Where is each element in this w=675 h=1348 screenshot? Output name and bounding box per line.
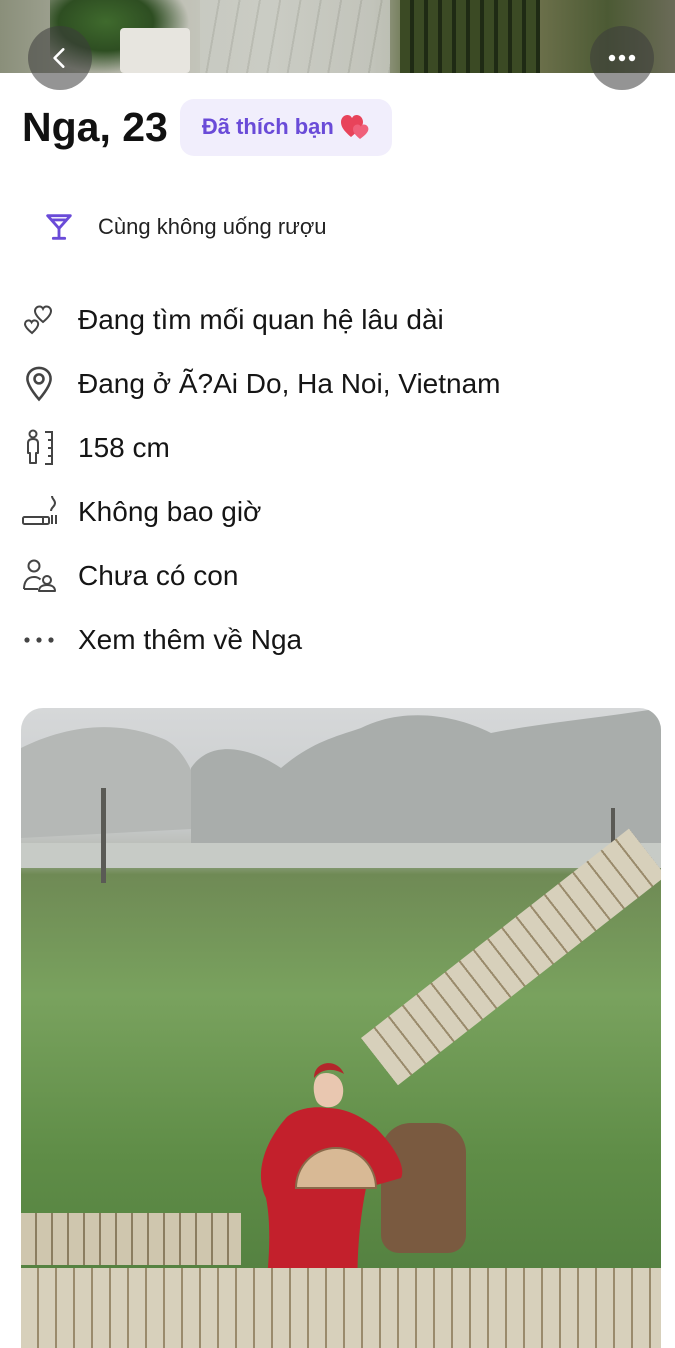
info-text-relationship: Đang tìm mối quan hệ lâu dài bbox=[78, 304, 444, 335]
info-row-smoking: Không bao giờ bbox=[20, 487, 261, 537]
info-text-children: Chưa có con bbox=[78, 560, 239, 591]
common-interest-row: Cùng không uống rượu bbox=[42, 204, 327, 250]
photo-pot bbox=[120, 28, 190, 73]
info-row-location: Đang ở Ã?Ai Do, Ha Noi, Vietnam bbox=[20, 359, 501, 409]
info-text-height: 158 cm bbox=[78, 432, 170, 463]
top-profile-photo[interactable] bbox=[0, 0, 675, 73]
location-pin-icon bbox=[20, 365, 58, 403]
children-icon bbox=[20, 557, 58, 595]
info-text-smoking: Không bao giờ bbox=[78, 496, 262, 527]
info-row-relationship: Đang tìm mối quan hệ lâu dài bbox=[20, 295, 444, 345]
liked-badge-label: Đã thích bạn bbox=[201, 114, 334, 139]
hearts-icon bbox=[20, 301, 58, 339]
liked-you-badge: Đã thích bạn bbox=[179, 98, 392, 156]
heart-emoji-icon bbox=[340, 115, 369, 139]
see-more-text: Xem thêm về Nga bbox=[78, 624, 303, 655]
ellipsis-icon bbox=[608, 54, 636, 62]
common-interest-text: Cùng không uống rượu bbox=[98, 214, 327, 239]
info-text-location: Đang ở Ã?Ai Do, Ha Noi, Vietnam bbox=[78, 368, 501, 399]
photo-bamboo-bench bbox=[21, 1213, 241, 1265]
photo-mountains bbox=[21, 708, 661, 868]
see-more-link[interactable]: Xem thêm về Nga bbox=[20, 615, 302, 665]
profile-name-age: Nga, 23 bbox=[22, 103, 168, 150]
photo-pole bbox=[101, 788, 106, 883]
cocktail-glass-icon bbox=[46, 214, 72, 240]
info-row-height: 158 cm bbox=[20, 423, 170, 473]
photo-bamboo-platform bbox=[21, 1268, 661, 1348]
smoking-icon bbox=[20, 493, 58, 531]
more-dots-icon bbox=[20, 621, 58, 659]
height-icon bbox=[20, 429, 58, 467]
chevron-left-icon bbox=[53, 48, 65, 68]
info-row-children: Chưa có con bbox=[20, 551, 238, 601]
profile-photo[interactable] bbox=[21, 708, 661, 1348]
photo-fence bbox=[400, 0, 540, 73]
photo-path bbox=[200, 0, 390, 73]
back-button[interactable] bbox=[28, 26, 92, 90]
more-options-button[interactable] bbox=[590, 26, 654, 90]
profile-header: Nga, 23 Đã thích bạn bbox=[22, 98, 392, 156]
